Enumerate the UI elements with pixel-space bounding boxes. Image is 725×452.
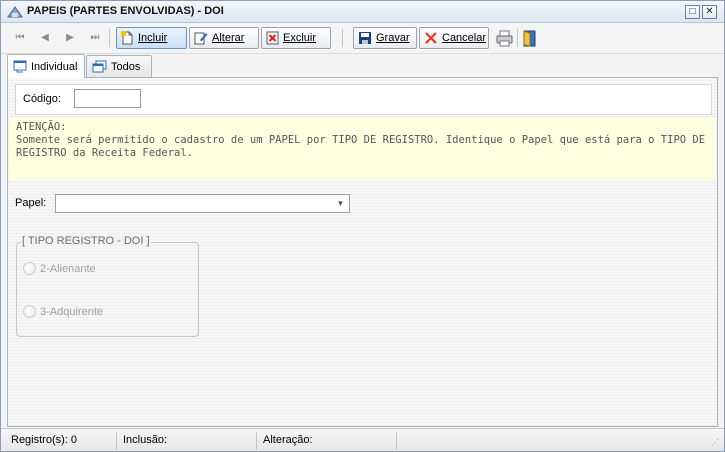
edit-icon <box>194 32 208 45</box>
status-inclusao: Inclusão: <box>119 432 257 449</box>
excluir-button[interactable]: Excluir <box>261 27 331 49</box>
title-bar: PAPEIS (PARTES ENVOLVIDAS) - DOI □ ✕ <box>1 1 724 23</box>
exit-door-icon[interactable] <box>522 30 538 47</box>
dropdown-arrow-icon[interactable]: ▼ <box>333 196 348 211</box>
radio-button-icon[interactable] <box>23 305 36 318</box>
multi-window-icon <box>92 60 107 73</box>
alterar-label: Alterar <box>212 32 245 44</box>
maximize-button[interactable]: □ <box>685 5 700 19</box>
group-title: [ TIPO REGISTRO - DOI ] <box>21 235 151 247</box>
status-alteracao: Alteração: <box>259 432 397 449</box>
excluir-label: Excluir <box>283 32 317 44</box>
printer-icon[interactable] <box>496 30 513 47</box>
gravar-label: Gravar <box>376 32 410 44</box>
radio-adquirente-label: 3-Adquirente <box>40 305 103 318</box>
toolbar-separator <box>517 29 518 47</box>
window-title: PAPEIS (PARTES ENVOLVIDAS) - DOI <box>27 5 224 17</box>
papel-label: Papel: <box>15 197 47 209</box>
toolbar-separator <box>342 29 343 47</box>
tab-todos[interactable]: Todos <box>86 55 152 77</box>
tipo-registro-group: [ TIPO REGISTRO - DOI ] 2-Alienante 3-Ad… <box>16 235 199 337</box>
radio-alienante-label: 2-Alienante <box>40 262 96 275</box>
individual-panel: Código: ATENÇÃO: Somente será permitido … <box>7 77 718 427</box>
incluir-button[interactable]: Incluir <box>116 27 187 49</box>
gravar-button[interactable]: Gravar <box>353 27 417 49</box>
codigo-section: Código: <box>15 84 712 115</box>
attention-notice: ATENÇÃO: Somente será permitido o cadast… <box>9 118 716 180</box>
close-button[interactable]: ✕ <box>702 5 717 19</box>
incluir-label: Incluir <box>138 32 168 44</box>
new-document-icon <box>121 31 133 45</box>
radio-alienante[interactable]: 2-Alienante <box>23 262 96 275</box>
radio-button-icon[interactable] <box>23 262 36 275</box>
single-window-icon <box>13 60 27 73</box>
cancelar-label: Cancelar <box>442 32 487 44</box>
notice-line-2: REGISTRO da Receita Federal. <box>16 147 194 159</box>
status-bar: Registro(s): 0 Inclusão: Alteração: ⋰ <box>1 428 724 451</box>
tab-individual[interactable]: Individual <box>7 54 85 78</box>
last-record-icon[interactable]: ⏭ <box>88 31 102 45</box>
tab-individual-label: Individual <box>31 60 78 73</box>
next-record-icon[interactable]: ▶ <box>63 31 77 45</box>
toolbar: ⏮ ◀ ▶ ⏭ Incluir Alterar Excluir Gravar C… <box>1 24 724 54</box>
tab-todos-label: Todos <box>111 60 141 73</box>
notice-line-1: Somente será permitido o cadastro de um … <box>16 134 706 146</box>
toolbar-separator <box>109 29 110 47</box>
cancel-x-icon <box>425 32 437 44</box>
papel-select[interactable]: ▼ <box>55 194 350 213</box>
alterar-button[interactable]: Alterar <box>189 27 259 49</box>
radio-adquirente[interactable]: 3-Adquirente <box>23 305 103 318</box>
prev-record-icon[interactable]: ◀ <box>38 31 52 45</box>
codigo-input[interactable] <box>74 89 141 108</box>
cancelar-button[interactable]: Cancelar <box>419 27 489 49</box>
notice-title: ATENÇÃO: <box>16 121 67 133</box>
codigo-label: Código: <box>23 93 61 105</box>
status-registros: Registro(s): 0 <box>7 432 117 449</box>
app-icon <box>7 6 23 18</box>
app-window: PAPEIS (PARTES ENVOLVIDAS) - DOI □ ✕ ⏮ ◀… <box>0 0 725 452</box>
save-disk-icon <box>359 32 371 44</box>
first-record-icon[interactable]: ⏮ <box>13 31 27 45</box>
delete-icon <box>266 31 279 45</box>
resize-grip-icon[interactable]: ⋰ <box>711 438 721 448</box>
